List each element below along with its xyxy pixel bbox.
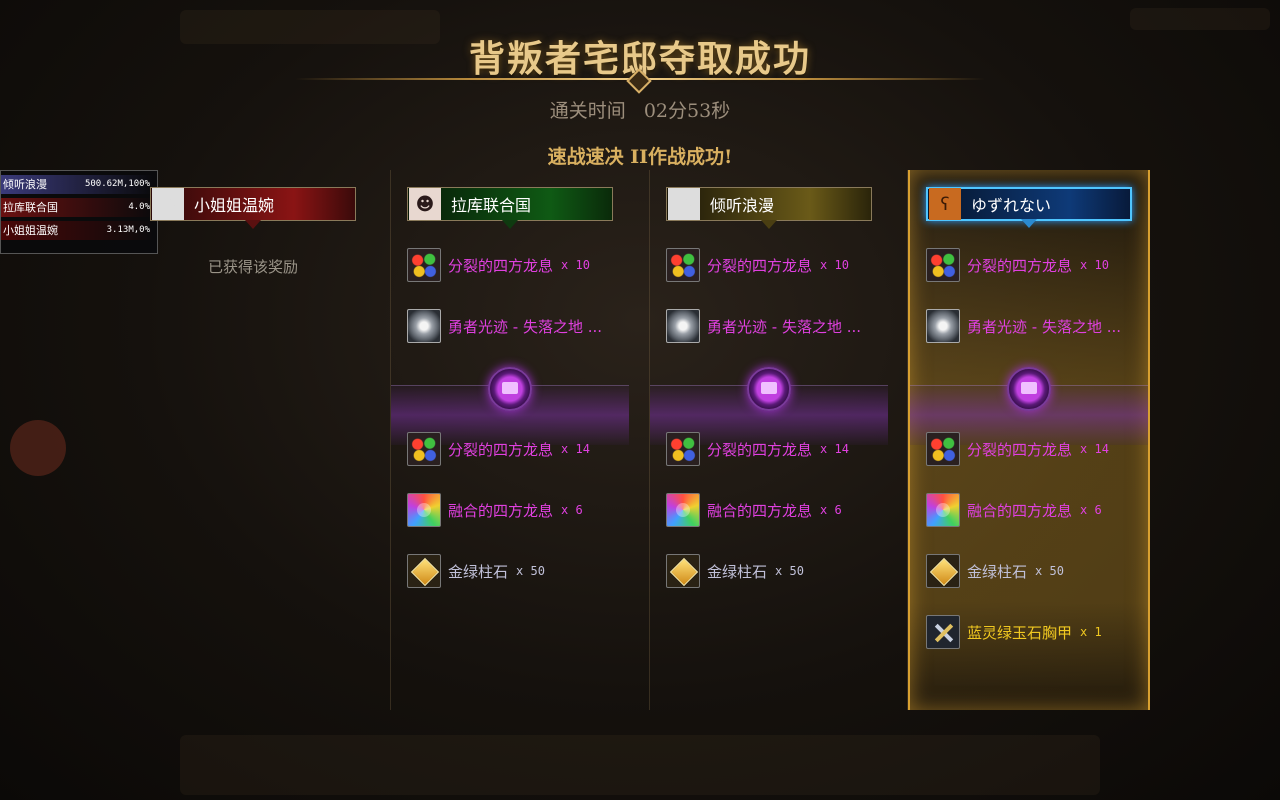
clear-time: 通关时间 02分53秒 bbox=[0, 96, 1280, 123]
dark-hair-avatar-icon: ☻ bbox=[409, 188, 441, 220]
reward-name: 金绿柱石 bbox=[967, 562, 1028, 581]
player-reward-column: ☺ 小姐姐温婉已获得该奖励 bbox=[134, 170, 372, 710]
white-hair-avatar-icon: ☺ bbox=[152, 188, 184, 220]
player-name: 小姐姐温婉 bbox=[194, 196, 275, 215]
column-divider bbox=[649, 170, 650, 710]
split-dragon-breath-icon bbox=[926, 248, 960, 282]
reward-item[interactable]: 融合的四方龙息 x 6 bbox=[407, 492, 583, 528]
reward-qty: x 10 bbox=[820, 258, 849, 272]
reward-name: 蓝灵绿玉石胸甲 bbox=[967, 623, 1073, 642]
reward-qty: x 1 bbox=[1080, 625, 1102, 639]
player-reward-column: ʕ ゆずれない分裂的四方龙息 x 10 勇者光迹 - 失落之地 ... 分裂的四方龙息 x… bbox=[908, 170, 1150, 710]
split-dragon-breath-icon bbox=[926, 432, 960, 466]
reward-name: 勇者光迹 - 失落之地 ... bbox=[967, 317, 1122, 336]
player-name-plate[interactable]: ☺ 倾听浪漫 bbox=[666, 187, 872, 229]
jade-breastplate-icon bbox=[926, 615, 960, 649]
reward-item[interactable]: 分裂的四方龙息 x 10 bbox=[666, 247, 849, 283]
reward-item[interactable]: 勇者光迹 - 失落之地 ... bbox=[407, 308, 602, 344]
reward-item[interactable]: 分裂的四方龙息 x 10 bbox=[407, 247, 590, 283]
reward-qty: x 6 bbox=[1080, 503, 1102, 517]
reward-item[interactable]: 勇者光迹 - 失落之地 ... bbox=[666, 308, 861, 344]
reward-name: 分裂的四方龙息 bbox=[707, 440, 813, 459]
hero-light-icon bbox=[666, 309, 700, 343]
reward-item[interactable]: 分裂的四方龙息 x 14 bbox=[407, 431, 590, 467]
player-reward-column: ☺ 倾听浪漫分裂的四方龙息 x 10 勇者光迹 - 失落之地 ... 分裂的四方龙息 x … bbox=[650, 170, 888, 710]
reward-item[interactable]: 金绿柱石 x 50 bbox=[926, 553, 1064, 589]
reward-name: 分裂的四方龙息 bbox=[967, 256, 1073, 275]
chest-icon[interactable] bbox=[488, 367, 532, 411]
reward-qty: x 14 bbox=[820, 442, 849, 456]
clear-time-value: 02分53秒 bbox=[643, 100, 731, 122]
plate-pointer-icon bbox=[761, 220, 777, 229]
split-dragon-breath-icon bbox=[666, 248, 700, 282]
plate-pointer-icon bbox=[1021, 219, 1037, 228]
reward-item[interactable]: 融合的四方龙息 x 6 bbox=[926, 492, 1102, 528]
reward-name: 分裂的四方龙息 bbox=[448, 440, 554, 459]
reward-item[interactable]: 金绿柱石 x 50 bbox=[407, 553, 545, 589]
damage-row: 拉库联合国 4.0% bbox=[1, 198, 154, 217]
obtained-text: 已获得该奖励 bbox=[207, 258, 298, 276]
fused-dragon-breath-icon bbox=[666, 493, 700, 527]
column-divider bbox=[390, 170, 391, 710]
white-hair-avatar-icon: ☺ bbox=[668, 188, 700, 220]
reward-qty: x 50 bbox=[516, 564, 545, 578]
reward-name: 分裂的四方龙息 bbox=[967, 440, 1073, 459]
reward-qty: x 50 bbox=[775, 564, 804, 578]
bear-avatar-icon: ʕ bbox=[929, 188, 961, 220]
gold-green-stone-icon bbox=[407, 554, 441, 588]
fused-dragon-breath-icon bbox=[926, 493, 960, 527]
reward-name: 分裂的四方龙息 bbox=[448, 256, 554, 275]
hero-light-icon bbox=[407, 309, 441, 343]
chest-icon[interactable] bbox=[747, 367, 791, 411]
chest-icon[interactable] bbox=[1007, 367, 1051, 411]
split-dragon-breath-icon bbox=[407, 248, 441, 282]
reward-item[interactable]: 金绿柱石 x 50 bbox=[666, 553, 804, 589]
reward-qty: x 6 bbox=[820, 503, 842, 517]
reward-name: 融合的四方龙息 bbox=[707, 501, 813, 520]
clear-time-label: 通关时间 bbox=[549, 100, 626, 122]
gold-green-stone-icon bbox=[926, 554, 960, 588]
player-name: ゆずれない bbox=[971, 196, 1052, 215]
reward-item[interactable]: 融合的四方龙息 x 6 bbox=[666, 492, 842, 528]
damage-row-name: 倾听浪漫 bbox=[3, 178, 47, 191]
player-name-plate[interactable]: ☺ 小姐姐温婉 bbox=[150, 187, 356, 229]
reward-name: 勇者光迹 - 失落之地 ... bbox=[448, 317, 603, 336]
reward-name: 分裂的四方龙息 bbox=[707, 256, 813, 275]
damage-row-name: 小姐姐温婉 bbox=[3, 224, 58, 237]
player-name: 拉库联合国 bbox=[451, 196, 532, 215]
reward-name: 融合的四方龙息 bbox=[967, 501, 1073, 520]
hero-light-icon bbox=[926, 309, 960, 343]
split-dragon-breath-icon bbox=[666, 432, 700, 466]
damage-row: 倾听浪漫 500.62M,100% bbox=[1, 175, 154, 194]
reward-item[interactable]: 分裂的四方龙息 x 14 bbox=[666, 431, 849, 467]
reward-qty: x 50 bbox=[1035, 564, 1064, 578]
reward-qty: x 14 bbox=[561, 442, 590, 456]
gold-green-stone-icon bbox=[666, 554, 700, 588]
column-divider bbox=[907, 170, 908, 710]
player-name-plate[interactable]: ʕ ゆずれない bbox=[926, 187, 1132, 228]
achievement-text: 速战速决 II作战成功! bbox=[547, 146, 733, 168]
player-reward-column: ☻ 拉库联合国分裂的四方龙息 x 10 勇者光迹 - 失落之地 ... 分裂的四方龙息 x… bbox=[391, 170, 629, 710]
reward-item[interactable]: 分裂的四方龙息 x 10 bbox=[926, 247, 1109, 283]
reward-item[interactable]: 蓝灵绿玉石胸甲 x 1 bbox=[926, 614, 1102, 650]
reward-name: 融合的四方龙息 bbox=[448, 501, 554, 520]
reward-qty: x 14 bbox=[1080, 442, 1109, 456]
reward-qty: x 10 bbox=[1080, 258, 1109, 272]
reward-item[interactable]: 分裂的四方龙息 x 14 bbox=[926, 431, 1109, 467]
player-name-plate[interactable]: ☻ 拉库联合国 bbox=[407, 187, 613, 229]
reward-item[interactable]: 勇者光迹 - 失落之地 ... bbox=[926, 308, 1121, 344]
damage-row-name: 拉库联合国 bbox=[3, 201, 58, 214]
reward-name: 金绿柱石 bbox=[707, 562, 768, 581]
reward-qty: x 10 bbox=[561, 258, 590, 272]
fused-dragon-breath-icon bbox=[407, 493, 441, 527]
split-dragon-breath-icon bbox=[407, 432, 441, 466]
player-name: 倾听浪漫 bbox=[710, 196, 775, 215]
plate-pointer-icon bbox=[245, 220, 261, 229]
reward-name: 勇者光迹 - 失落之地 ... bbox=[707, 317, 862, 336]
damage-row: 小姐姐温婉 3.13M,0% bbox=[1, 221, 154, 240]
reward-name: 金绿柱石 bbox=[448, 562, 509, 581]
reward-qty: x 6 bbox=[561, 503, 583, 517]
plate-pointer-icon bbox=[502, 220, 518, 229]
